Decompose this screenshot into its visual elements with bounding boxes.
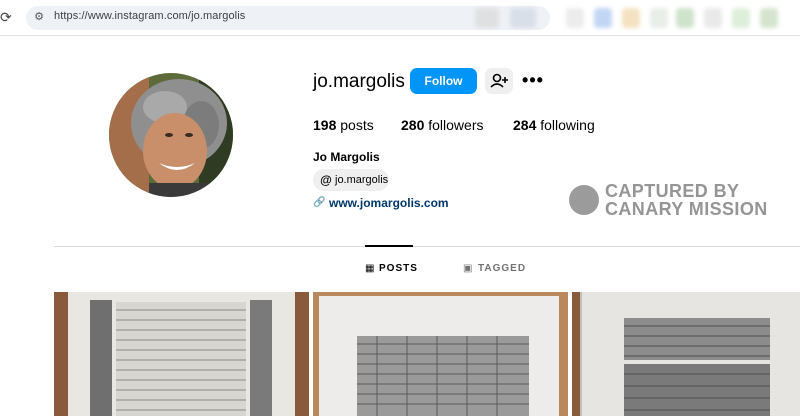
reload-icon[interactable]: ⟳ <box>0 9 14 25</box>
followers-label: followers <box>428 117 484 133</box>
tune-icon[interactable]: ⚙ <box>32 9 46 25</box>
blurred-extension[interactable] <box>622 8 640 28</box>
active-tab-indicator <box>365 245 413 247</box>
posts-stat[interactable]: 198 posts <box>313 117 374 133</box>
tabs-divider <box>54 246 800 247</box>
profile-username: jo.margolis <box>313 71 405 92</box>
post-image <box>572 292 800 416</box>
tab-tagged[interactable]: TAGGED <box>478 263 526 274</box>
blurred-extension[interactable] <box>704 8 722 28</box>
tab-posts[interactable]: POSTS <box>379 263 418 274</box>
url-text[interactable]: https://www.instagram.com/jo.margolis <box>54 10 245 22</box>
blurred-extension[interactable] <box>566 8 584 28</box>
grid-icon[interactable]: ▦ <box>365 263 375 275</box>
post-thumbnail[interactable] <box>54 292 309 416</box>
blurred-extension[interactable] <box>510 8 536 28</box>
post-thumbnail[interactable] <box>572 292 800 416</box>
followers-count: 280 <box>401 117 425 133</box>
watermark-line-2: CANARY MISSION <box>605 199 768 219</box>
following-label: following <box>540 117 595 133</box>
avatar[interactable] <box>109 73 233 197</box>
more-options-icon[interactable]: ••• <box>522 71 544 89</box>
threads-icon: @ <box>320 173 332 187</box>
threads-handle[interactable]: jo.margolis <box>335 174 388 186</box>
follow-button[interactable]: Follow <box>410 68 477 94</box>
following-count: 284 <box>513 117 537 133</box>
link-icon: 🔗 <box>313 197 326 208</box>
blurred-extension[interactable] <box>594 8 612 28</box>
post-image <box>319 296 559 416</box>
followers-stat[interactable]: 280 followers <box>401 117 484 133</box>
blurred-extension[interactable] <box>650 8 668 28</box>
blurred-extension[interactable] <box>676 8 694 28</box>
tag-icon[interactable]: ▣ <box>463 263 473 275</box>
posts-count: 198 <box>313 117 337 133</box>
following-stat[interactable]: 284 following <box>513 117 595 133</box>
canary-bird-icon <box>569 185 599 215</box>
post-thumbnail[interactable] <box>313 292 568 416</box>
post-image <box>54 292 309 416</box>
suggest-users-button[interactable] <box>485 68 513 94</box>
add-user-icon <box>490 73 508 88</box>
profile-full-name: Jo Margolis <box>313 150 380 164</box>
blurred-extension[interactable] <box>760 8 778 28</box>
posts-label: posts <box>340 117 374 133</box>
avatar-photo <box>109 73 233 197</box>
website-link[interactable]: www.jomargolis.com <box>329 196 449 210</box>
blurred-extension[interactable] <box>732 8 750 28</box>
blurred-extension[interactable] <box>475 8 499 28</box>
